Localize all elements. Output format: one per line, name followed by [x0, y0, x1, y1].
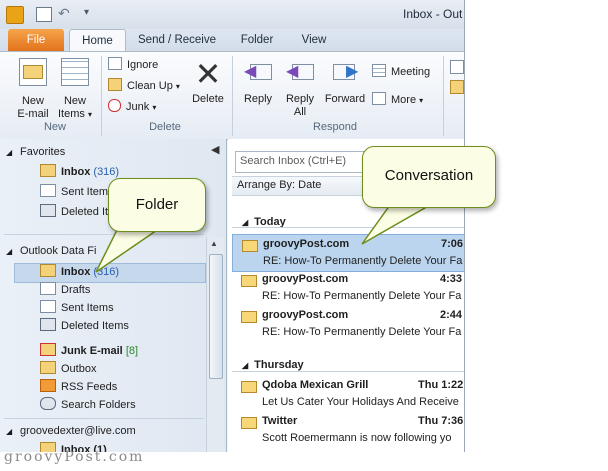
folder-callout-label: Folder: [135, 196, 179, 213]
watermark: groovyPost.com: [4, 449, 145, 465]
folder-callout-pointer: [95, 227, 163, 273]
conversation-callout: Conversation: [362, 146, 496, 208]
callout-pointers: [95, 204, 433, 273]
folder-callout: Folder: [108, 178, 206, 232]
conversation-callout-pointer: [361, 204, 433, 245]
conversation-callout-label: Conversation: [384, 167, 474, 184]
